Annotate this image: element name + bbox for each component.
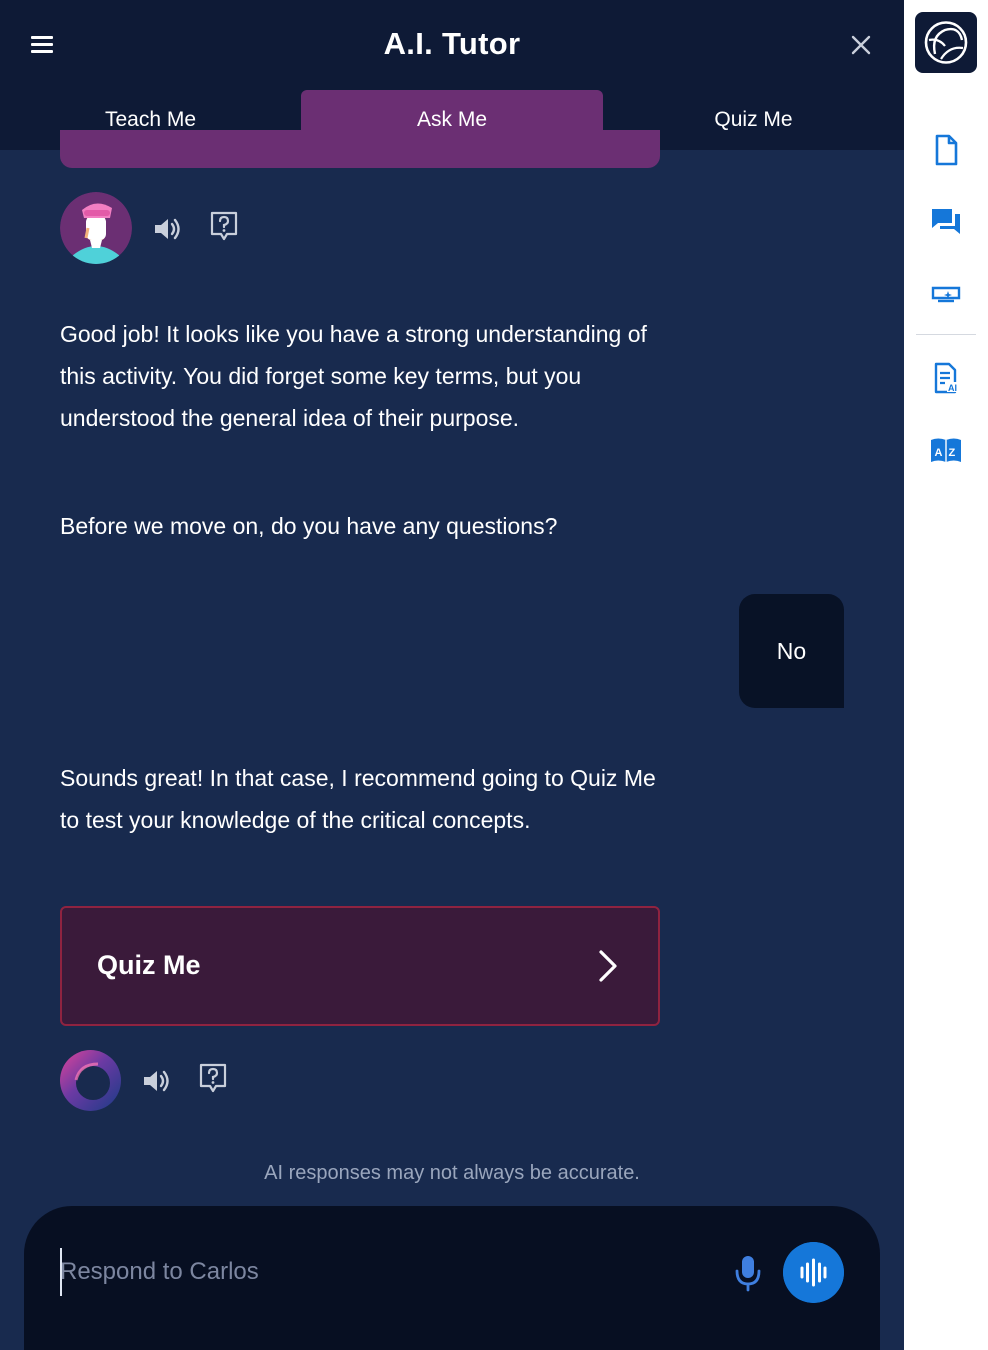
user-message-text: No bbox=[776, 637, 807, 664]
svg-text:AI: AI bbox=[948, 383, 957, 393]
logo-icon bbox=[924, 21, 968, 64]
tutor-message-feedback: Good job! It looks like you have a stron… bbox=[60, 321, 647, 431]
ai-document-icon[interactable]: AI bbox=[928, 360, 964, 396]
dictionary-icon[interactable]: A Z bbox=[928, 432, 964, 468]
speaker-icon[interactable] bbox=[152, 214, 182, 244]
respond-input[interactable] bbox=[60, 1252, 700, 1292]
tutor-avatar bbox=[60, 192, 132, 264]
question-bubble-icon[interactable] bbox=[198, 1062, 228, 1096]
question-bubble-icon[interactable] bbox=[209, 210, 239, 244]
quiz-me-card-button[interactable]: Quiz Me bbox=[60, 906, 660, 1026]
quiz-me-card-label: Quiz Me bbox=[97, 950, 201, 980]
tutor-message-recommendation: Sounds great! In that case, I recommend … bbox=[60, 765, 656, 833]
previous-message-bubble bbox=[60, 130, 660, 168]
tutor-panel: A.I. Tutor Teach Me Ask Me Quiz Me Good … bbox=[0, 0, 904, 1350]
svg-text:Z: Z bbox=[949, 447, 956, 459]
speaker-icon[interactable] bbox=[141, 1066, 171, 1096]
header: A.I. Tutor Teach Me Ask Me Quiz Me bbox=[0, 0, 904, 150]
document-icon[interactable] bbox=[928, 132, 964, 168]
chevron-right-icon bbox=[599, 950, 617, 982]
ai-disclaimer: AI responses may not always be accurate. bbox=[264, 1162, 640, 1184]
ai-avatar bbox=[60, 1050, 121, 1111]
app-logo-button[interactable] bbox=[915, 12, 977, 73]
text-cursor bbox=[60, 1248, 62, 1296]
right-tool-rail: AI A Z bbox=[904, 0, 988, 1350]
svg-text:A: A bbox=[935, 447, 943, 459]
rail-divider bbox=[916, 334, 976, 335]
chat-icon[interactable] bbox=[928, 203, 964, 239]
screen-sparkle-icon[interactable] bbox=[928, 276, 964, 312]
close-icon[interactable] bbox=[846, 30, 876, 60]
tutor-message-question: Before we move on, do you have any quest… bbox=[60, 513, 558, 539]
microphone-icon[interactable] bbox=[732, 1254, 764, 1292]
app-title: A.I. Tutor bbox=[383, 26, 521, 61]
voice-wave-icon[interactable] bbox=[783, 1242, 844, 1303]
user-message-bubble: No bbox=[739, 594, 844, 708]
